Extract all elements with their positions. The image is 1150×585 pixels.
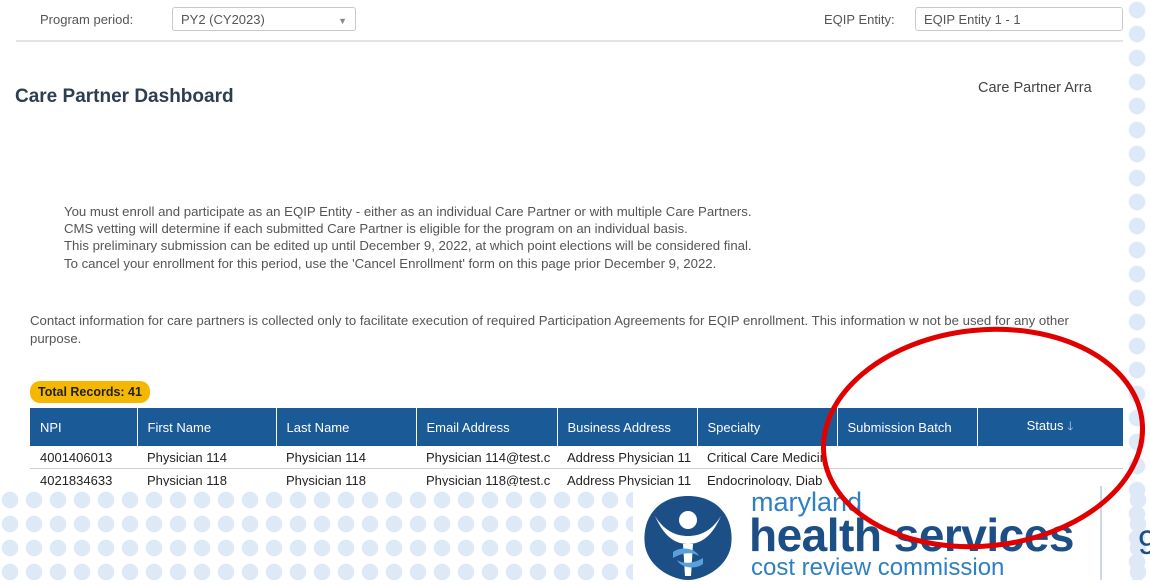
column-header-business-address[interactable]: Business Address	[557, 408, 698, 446]
cell-email: Physician 118@test.c	[426, 472, 551, 487]
cell-specialty: Critical Care Medicin	[697, 446, 837, 469]
instruction-item: You must enroll and participate as an EQ…	[64, 203, 1123, 220]
eqip-entity-value: EQIP Entity 1 - 1	[924, 12, 1021, 27]
table-header-row: NPI First Name Last Name Email Address B…	[30, 408, 1123, 446]
contact-information-note: Contact information for care partners is…	[30, 313, 1069, 346]
page-title: Care Partner Dashboard	[15, 86, 234, 107]
care-partner-table: NPI First Name Last Name Email Address B…	[30, 408, 1123, 486]
cell-npi: 4021834633	[40, 472, 113, 487]
column-header-first-name[interactable]: First Name	[137, 408, 277, 446]
cell-first-name: Physician 118	[147, 472, 227, 487]
total-records-badge: Total Records: 41	[30, 381, 150, 403]
cell-submission-batch	[837, 469, 977, 487]
cell-status	[977, 469, 1123, 487]
program-period-value: PY2 (CY2023)	[181, 12, 265, 27]
eqip-entity-label: EQIP Entity:	[824, 12, 895, 27]
cell-business-address: Address Physician 11	[557, 446, 697, 469]
instruction-item: To cancel your enrollment for this perio…	[64, 255, 1123, 272]
column-header-npi[interactable]: NPI	[30, 408, 138, 446]
column-header-specialty[interactable]: Specialty	[697, 408, 838, 446]
cell-first-name: Physician 114	[137, 446, 276, 469]
column-header-last-name[interactable]: Last Name	[276, 408, 417, 446]
cell-submission-batch	[837, 446, 977, 469]
chevron-down-icon: ▼	[338, 16, 347, 26]
top-filter-bar: Program period: PY2 (CY2023) ▼ EQIP Enti…	[16, 0, 1123, 42]
program-period-label: Program period:	[40, 12, 134, 27]
table-row[interactable]: 4021834633 Physician 118 Physician 118 P…	[30, 469, 1123, 487]
logo-line-health-services: health services	[749, 509, 1074, 561]
column-header-submission-batch[interactable]: Submission Batch	[837, 408, 978, 446]
logo-line-cost-review-commission: cost review commission	[751, 554, 1005, 581]
cell-business-address: Address Physician 11	[567, 472, 692, 487]
enrollment-instructions-list: You must enroll and participate as an EQ…	[38, 203, 1123, 272]
instruction-item: This preliminary submission can be edite…	[64, 237, 1123, 254]
instruction-item: CMS vetting will determine if each submi…	[64, 220, 1123, 237]
column-header-email-address[interactable]: Email Address	[416, 408, 558, 446]
sort-descending-icon: 🡓	[1067, 418, 1074, 433]
footer-divider	[1100, 486, 1102, 580]
cell-last-name: Physician 118	[286, 472, 366, 487]
cell-npi: 4001406013	[30, 446, 137, 469]
page-number: 9	[1138, 524, 1150, 562]
cell-status	[977, 446, 1123, 469]
column-header-status[interactable]: Status 🡓	[977, 408, 1123, 446]
hscrc-logo: maryland health services cost review com…	[633, 486, 1123, 580]
cell-specialty: Endocrinology, Diab	[707, 472, 823, 487]
cell-last-name: Physician 114	[276, 446, 416, 469]
program-period-select[interactable]: PY2 (CY2023) ▼	[172, 7, 356, 31]
table-row[interactable]: 4001406013 Physician 114 Physician 114 P…	[30, 446, 1123, 469]
logo-emblem-icon	[644, 496, 732, 580]
cell-email: Physician 114@test.c	[416, 446, 557, 469]
eqip-entity-select[interactable]: EQIP Entity 1 - 1	[915, 7, 1123, 31]
status-header-label: Status	[1026, 417, 1064, 433]
care-partner-arrangement-link[interactable]: Care Partner Arra	[978, 80, 1123, 96]
